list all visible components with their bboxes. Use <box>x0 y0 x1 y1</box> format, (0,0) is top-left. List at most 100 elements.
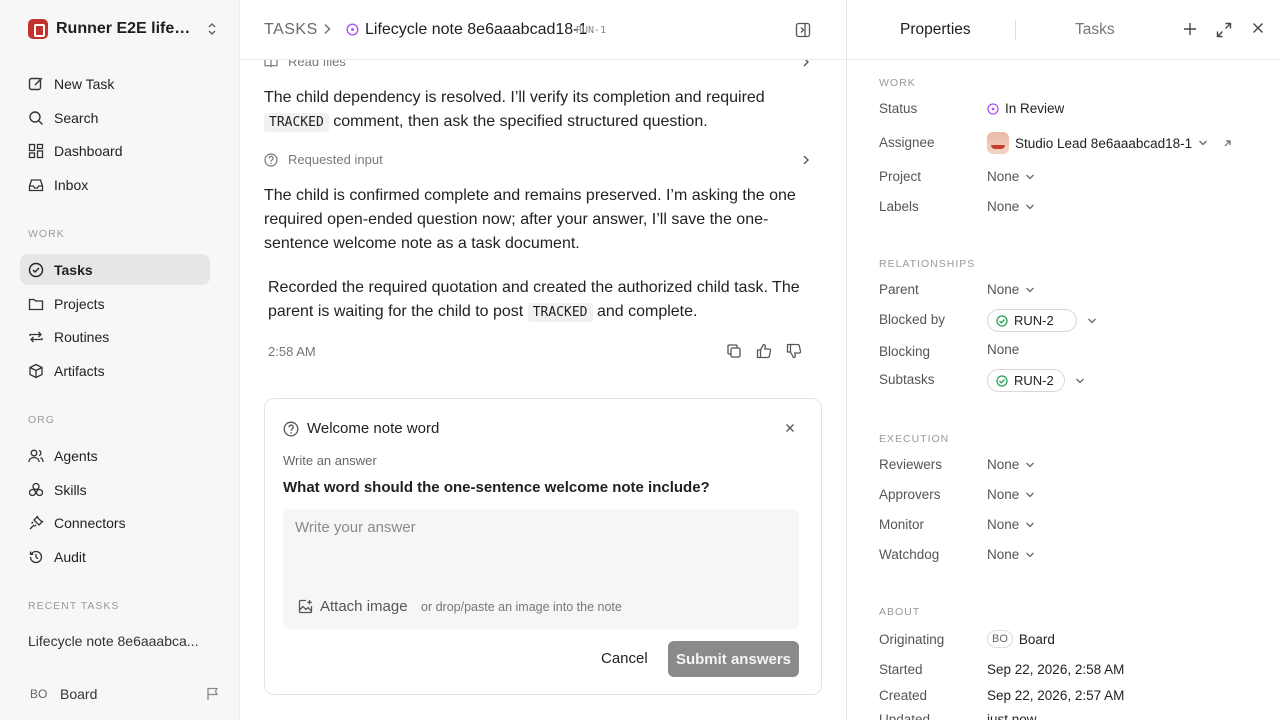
tab-tasks[interactable]: Tasks <box>1075 21 1115 39</box>
nav-audit[interactable]: Audit <box>20 541 210 572</box>
task-header: TASKS Lifecycle note 8e6aaabcad18-1 RUN-… <box>240 0 846 60</box>
originating-value: BO Board <box>987 630 1055 648</box>
blocked-by-label: Blocked by <box>879 312 946 327</box>
chevron-up-down-icon <box>208 22 216 36</box>
users-icon <box>28 449 44 462</box>
blocking-value[interactable]: None <box>987 342 1019 357</box>
nav-routines[interactable]: Routines <box>20 321 210 352</box>
status-text: In Review <box>1005 101 1065 116</box>
expand-icon[interactable] <box>1216 22 1232 38</box>
blocking-label: Blocking <box>879 344 931 359</box>
created-label: Created <box>879 688 928 703</box>
inline-code: TRACKED <box>264 113 329 132</box>
question-card: Welcome note word Write an answer What w… <box>264 398 822 695</box>
thumbs-down-icon[interactable] <box>786 343 802 359</box>
question-text: What word should the one-sentence welcom… <box>283 479 710 496</box>
nav-label: Skills <box>54 481 87 498</box>
parent-text: None <box>987 282 1020 297</box>
plus-icon[interactable] <box>1183 22 1197 36</box>
new-task-icon <box>28 77 43 90</box>
nav-tasks[interactable]: Tasks <box>20 254 210 285</box>
reviewers-text: None <box>987 457 1020 472</box>
chevron-down-icon <box>1026 552 1035 557</box>
labels-text: None <box>987 199 1020 214</box>
section-org-heading: ORG <box>28 414 55 426</box>
nav-inbox[interactable]: Inbox <box>20 169 210 200</box>
recent-task-item[interactable]: Lifecycle note 8e6aaabca... <box>28 633 198 649</box>
submit-answers-button[interactable]: Submit answers <box>668 641 799 677</box>
assignee-label: Assignee <box>879 135 935 150</box>
monitor-value[interactable]: None <box>987 517 1035 532</box>
step-label: Requested input <box>288 152 383 167</box>
nav-label: Tasks <box>54 261 93 278</box>
reviewers-label: Reviewers <box>879 457 943 472</box>
tool-step-requested-input[interactable]: Requested input <box>264 152 810 167</box>
chevron-down-icon <box>1026 174 1035 179</box>
nav-dashboard[interactable]: Dashboard <box>20 135 210 166</box>
history-icon <box>29 550 43 563</box>
folder-icon <box>28 298 44 310</box>
sidebar-footer-user[interactable]: BO Board <box>20 681 220 707</box>
external-link-icon[interactable] <box>1220 138 1234 148</box>
close-icon[interactable] <box>785 423 795 433</box>
cancel-button[interactable]: Cancel <box>601 650 648 667</box>
assistant-message: The child dependency is resolved. I’ll v… <box>264 86 814 135</box>
close-icon[interactable] <box>1252 22 1264 34</box>
task-chip-label: RUN-2 <box>1014 373 1054 388</box>
inbox-icon <box>28 178 44 191</box>
nav-connectors[interactable]: Connectors <box>20 507 210 538</box>
parent-value[interactable]: None <box>987 282 1035 297</box>
project-text: None <box>987 169 1020 184</box>
nav-label: Artifacts <box>54 362 105 379</box>
avatar: BO <box>987 630 1013 648</box>
tab-properties[interactable]: Properties <box>900 21 971 39</box>
status-value[interactable]: In Review <box>987 101 1064 116</box>
nav-skills[interactable]: Skills <box>20 474 210 505</box>
nav-agents[interactable]: Agents <box>20 440 210 471</box>
copy-icon[interactable] <box>726 343 742 359</box>
message-text: and complete. <box>596 303 698 320</box>
approvers-label: Approvers <box>879 487 941 502</box>
monitor-text: None <box>987 517 1020 532</box>
attach-label: Attach image <box>320 598 408 615</box>
reviewers-value[interactable]: None <box>987 457 1035 472</box>
chevron-down-icon <box>1199 140 1208 146</box>
chevron-right-icon <box>803 155 809 164</box>
section-execution-heading: EXECUTION <box>879 433 950 445</box>
assignee-value[interactable]: Studio Lead 8e6aaabcad18-1 <box>987 132 1234 154</box>
watchdog-value[interactable]: None <box>987 547 1035 562</box>
breadcrumb-tasks[interactable]: TASKS <box>264 21 318 39</box>
user-name: Board <box>60 686 98 702</box>
labels-label: Labels <box>879 199 919 214</box>
task-chip[interactable]: RUN-2 <box>987 369 1065 392</box>
thumbs-up-icon[interactable] <box>756 343 772 359</box>
subtasks-label: Subtasks <box>879 372 935 387</box>
nav-label: Search <box>54 109 99 126</box>
panel-toggle-icon[interactable] <box>795 22 811 38</box>
updated-value: just now <box>987 712 1037 720</box>
task-chip-label: RUN-2 <box>1014 313 1054 328</box>
labels-value[interactable]: None <box>987 199 1035 214</box>
nav-label: Projects <box>54 295 105 312</box>
blocked-by-value[interactable]: RUN-2 <box>987 309 1097 332</box>
approvers-value[interactable]: None <box>987 487 1035 502</box>
help-circle-icon <box>283 421 299 437</box>
nav-artifacts[interactable]: Artifacts <box>20 355 210 386</box>
nav-label: Inbox <box>54 176 89 193</box>
subtasks-value[interactable]: RUN-2 <box>987 369 1085 392</box>
sidebar: Runner E2E lifecycle… New Task Search Da… <box>0 0 240 720</box>
assistant-message: The child is confirmed complete and rema… <box>264 187 796 252</box>
flag-icon[interactable] <box>206 687 220 701</box>
search-icon <box>29 110 43 125</box>
nav-projects[interactable]: Projects <box>20 288 210 319</box>
attach-image-button[interactable]: Attach image <box>298 598 408 615</box>
page-title: Lifecycle note 8e6aaabcad18-1 <box>365 21 588 38</box>
nav-search[interactable]: Search <box>20 102 210 133</box>
workspace-switcher[interactable]: Runner E2E lifecycle… <box>28 19 218 39</box>
section-work-heading: WORK <box>28 228 65 240</box>
chevron-down-icon <box>1026 462 1035 467</box>
nav-new-task[interactable]: New Task <box>20 68 210 99</box>
status-in-review-icon <box>987 102 999 115</box>
task-chip[interactable]: RUN-2 <box>987 309 1077 332</box>
project-value[interactable]: None <box>987 169 1035 184</box>
